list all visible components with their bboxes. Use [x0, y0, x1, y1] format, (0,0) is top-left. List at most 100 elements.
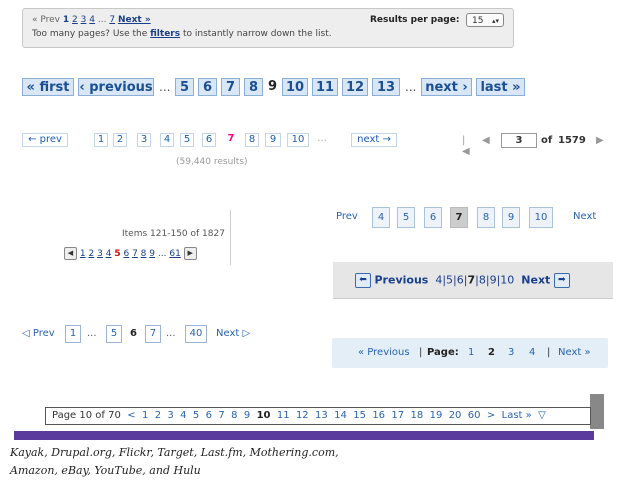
hulu-last[interactable]: Last » [502, 410, 532, 421]
hulu-next[interactable]: > [487, 410, 495, 421]
amazon-previous-link[interactable]: Previous [375, 274, 429, 287]
amazon-page-10[interactable]: 10 [500, 274, 514, 287]
kayak-next[interactable]: Next » [118, 15, 151, 25]
drupal-previous-button[interactable]: ‹ previous [78, 78, 154, 96]
lastfm-page-8[interactable]: 8 [141, 249, 147, 259]
ebay-page-7[interactable]: 7 [145, 325, 161, 343]
flickr-prev-button[interactable]: ← prev [22, 133, 68, 147]
hulu-page-4[interactable]: 4 [180, 410, 186, 421]
hulu-page-9[interactable]: 9 [244, 410, 250, 421]
hulu-page-19[interactable]: 19 [430, 410, 443, 421]
lastfm-page-6[interactable]: 6 [123, 249, 129, 259]
amazon-page-8[interactable]: 8 [479, 274, 486, 287]
youtube-page-label: Page: [427, 347, 459, 358]
ebay-prev-link[interactable]: ◁ Prev [22, 326, 55, 342]
hulu-page-12[interactable]: 12 [296, 410, 309, 421]
amazon-page-6[interactable]: 6 [457, 274, 464, 287]
drupal-next-button[interactable]: next › [421, 78, 472, 96]
mothering-prev-link[interactable]: Prev [336, 211, 358, 222]
first-page-icon[interactable]: |◀ [462, 135, 470, 157]
target-page-input[interactable]: 3 [501, 133, 537, 148]
hulu-page-1[interactable]: 1 [142, 410, 148, 421]
flickr-page-6[interactable]: 6 [202, 133, 216, 147]
mothering-next-link[interactable]: Next [573, 211, 596, 222]
drupal-page-6[interactable]: 6 [198, 78, 217, 96]
amazon-page-5[interactable]: 5 [446, 274, 453, 287]
flickr-page-3[interactable]: 3 [137, 133, 151, 147]
kayak-filters-link[interactable]: filters [150, 29, 180, 39]
flickr-page-10[interactable]: 10 [287, 133, 309, 147]
drupal-page-12[interactable]: 12 [342, 78, 368, 96]
lastfm-page-last[interactable]: 61 [169, 249, 180, 259]
drupal-last-button[interactable]: last » [476, 78, 525, 96]
hulu-page-16[interactable]: 16 [372, 410, 385, 421]
mothering-page-8[interactable]: 8 [477, 207, 495, 228]
mothering-page-10[interactable]: 10 [529, 207, 553, 228]
lastfm-page-1[interactable]: 1 [80, 249, 86, 259]
next-arrow-icon[interactable]: ➡ [553, 273, 570, 288]
hulu-page-60[interactable]: 60 [468, 410, 481, 421]
kayak-page-3[interactable]: 3 [81, 15, 87, 25]
hulu-page-18[interactable]: 18 [411, 410, 424, 421]
drupal-page-13[interactable]: 13 [372, 78, 400, 96]
lastfm-next-arrow-icon[interactable]: ▶ [183, 247, 197, 260]
flickr-page-5[interactable]: 5 [180, 133, 194, 147]
kayak-page-last[interactable]: 7 [109, 15, 115, 25]
youtube-previous-link[interactable]: « Previous [358, 347, 410, 358]
hulu-page-13[interactable]: 13 [315, 410, 328, 421]
youtube-next-link[interactable]: Next » [558, 347, 591, 358]
hulu-page-7[interactable]: 7 [218, 410, 224, 421]
drupal-page-5[interactable]: 5 [175, 78, 194, 96]
drupal-page-11[interactable]: 11 [312, 78, 338, 96]
hulu-prev[interactable]: < [127, 410, 135, 421]
youtube-page-1[interactable]: 1 [468, 347, 474, 358]
hulu-page-15[interactable]: 15 [353, 410, 366, 421]
amazon-page-9[interactable]: 9 [490, 274, 497, 287]
youtube-page-3[interactable]: 3 [508, 347, 514, 358]
youtube-page-4[interactable]: 4 [529, 347, 535, 358]
hulu-page-8[interactable]: 8 [231, 410, 237, 421]
lastfm-prev-arrow-icon[interactable]: ◀ [64, 247, 77, 260]
lastfm-page-4[interactable]: 4 [106, 249, 112, 259]
drupal-page-7[interactable]: 7 [221, 78, 240, 96]
mothering-page-9[interactable]: 9 [502, 207, 520, 228]
flickr-page-1[interactable]: 1 [94, 133, 108, 147]
amazon-next-link[interactable]: Next [521, 274, 550, 287]
flickr-page-4[interactable]: 4 [160, 133, 174, 147]
lastfm-page-9[interactable]: 9 [149, 249, 155, 259]
mothering-page-4[interactable]: 4 [372, 207, 390, 228]
mothering-page-6[interactable]: 6 [424, 207, 442, 228]
hulu-page-20[interactable]: 20 [449, 410, 462, 421]
ebay-page-5[interactable]: 5 [106, 325, 122, 343]
dropdown-triangle-icon[interactable]: ▽ [538, 410, 546, 421]
flickr-page-2[interactable]: 2 [113, 133, 127, 147]
kayak-page-2[interactable]: 2 [72, 15, 78, 25]
hulu-page-5[interactable]: 5 [193, 410, 199, 421]
ebay-page-1[interactable]: 1 [65, 325, 81, 343]
prev-page-icon[interactable]: ◀ [482, 135, 490, 146]
drupal-page-10[interactable]: 10 [282, 78, 308, 96]
mothering-page-5[interactable]: 5 [397, 207, 415, 228]
prev-arrow-icon[interactable]: ⬅ [355, 273, 371, 288]
amazon-page-4[interactable]: 4 [435, 274, 442, 287]
ebay-page-40[interactable]: 40 [185, 325, 207, 343]
hulu-page-14[interactable]: 14 [334, 410, 347, 421]
lastfm-page-7[interactable]: 7 [132, 249, 138, 259]
drupal-first-button[interactable]: « first [22, 78, 74, 96]
ebay-next-link[interactable]: Next ▷ [216, 326, 250, 342]
results-per-page-select[interactable]: 15 ▴▾ [466, 13, 504, 27]
hulu-page-6[interactable]: 6 [206, 410, 212, 421]
drupal-page-8[interactable]: 8 [244, 78, 263, 96]
hulu-page-2[interactable]: 2 [155, 410, 161, 421]
hulu-page-17[interactable]: 17 [391, 410, 404, 421]
lastfm-page-2[interactable]: 2 [88, 249, 94, 259]
flickr-page-8[interactable]: 8 [245, 133, 259, 147]
flickr-page-9[interactable]: 9 [265, 133, 281, 147]
kayak-page-4[interactable]: 4 [89, 15, 95, 25]
hulu-page-3[interactable]: 3 [167, 410, 173, 421]
hulu-purple-bar [14, 431, 594, 440]
lastfm-page-3[interactable]: 3 [97, 249, 103, 259]
hulu-page-11[interactable]: 11 [277, 410, 290, 421]
flickr-next-button[interactable]: next → [351, 133, 397, 147]
next-page-icon[interactable]: ▶ [596, 135, 604, 146]
